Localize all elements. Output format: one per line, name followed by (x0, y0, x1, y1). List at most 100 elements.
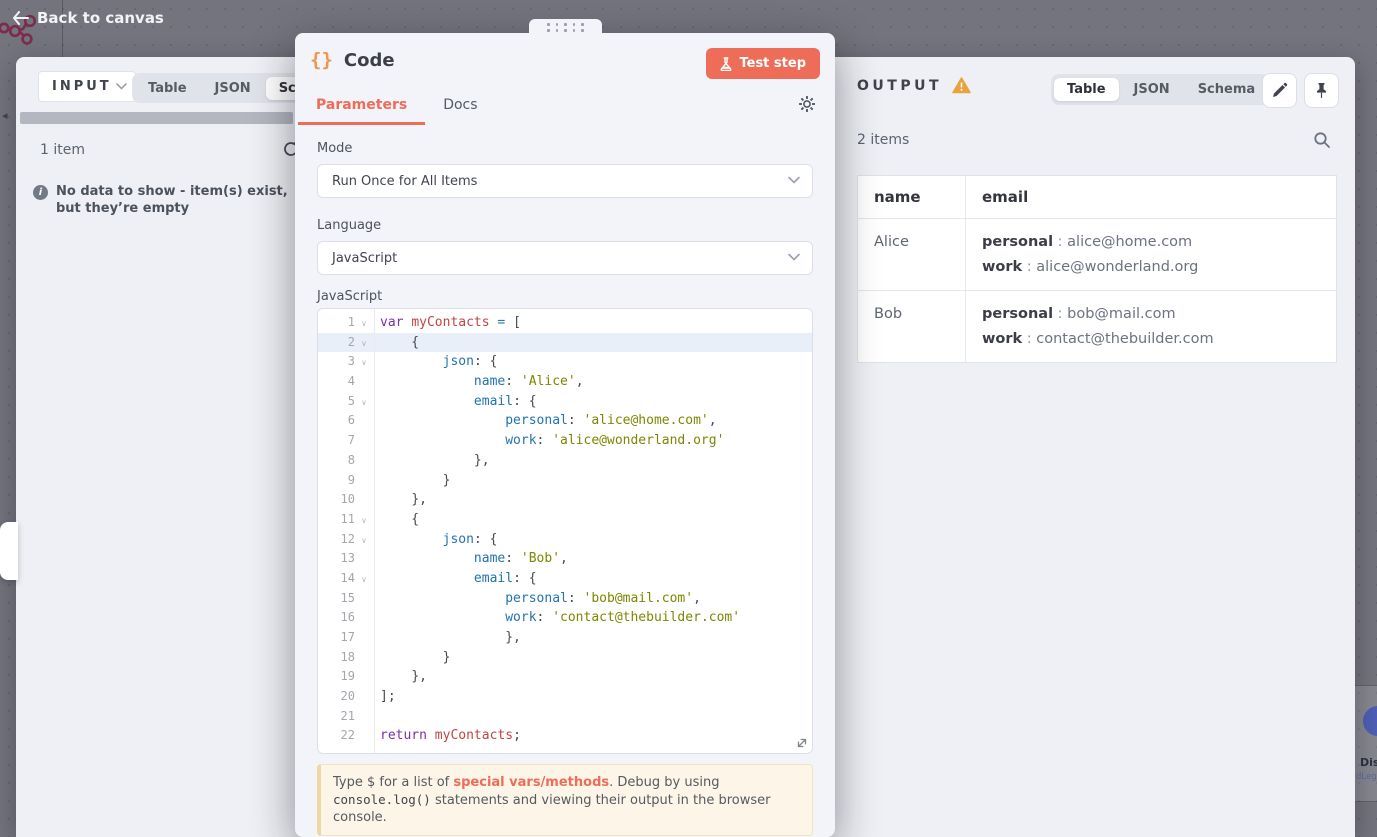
code-line[interactable]: 22 return myContacts; (318, 726, 812, 746)
node-icon-circle (1363, 706, 1377, 736)
code-text: work: 'alice@wonderland.org' (505, 433, 725, 449)
cell-email[interactable]: personal : bob@mail.com work : contact@th… (966, 291, 1337, 363)
fold-chevron-icon[interactable]: ∨ (355, 530, 373, 550)
back-to-canvas-button[interactable]: Back to canvas (12, 9, 164, 27)
fold-gutter (355, 707, 373, 727)
code-line[interactable]: 2 ∨ { (318, 332, 812, 353)
code-line[interactable]: 8 }, (318, 451, 812, 471)
line-number: 16 (340, 610, 355, 625)
code-line[interactable]: 10 }, (318, 490, 812, 510)
code-text: }, (411, 492, 427, 508)
code-line[interactable]: 18 } (318, 648, 812, 668)
code-line[interactable]: 17 }, (318, 628, 812, 648)
output-tab-json[interactable]: JSON (1121, 78, 1183, 101)
code-braces-icon: {} (310, 49, 333, 71)
code-editor[interactable]: 1 ∨ var myContacts = [2 ∨ {3 ∨ json: {4 name… (317, 308, 813, 754)
hint-text-mid: . Debug by using (609, 775, 720, 790)
hint-text-before: Type $ for a list of (333, 775, 454, 790)
code-line[interactable]: 14 ∨ email: { (318, 569, 812, 589)
line-number: 14 (340, 570, 355, 585)
output-tab-table[interactable]: Table (1054, 78, 1119, 101)
pin-icon (1317, 83, 1326, 98)
edit-output-button[interactable] (1262, 73, 1297, 108)
pin-data-button[interactable] (1304, 73, 1339, 108)
line-number: 4 (347, 374, 355, 389)
code-node-modal: {} Code Test step Parameters Docs Mode R… (295, 33, 835, 837)
gear-icon[interactable] (799, 96, 815, 112)
fold-gutter (355, 372, 373, 392)
code-line[interactable]: 16 work: 'contact@thebuilder.com' (318, 608, 812, 628)
fold-chevron-icon[interactable]: ∨ (355, 510, 373, 530)
code-line[interactable]: 13 name: 'Bob', (318, 549, 812, 569)
scroll-left-arrow-icon[interactable]: ◂ (2, 109, 8, 122)
table-row: Alice personal : alice@home.com work : ali… (857, 218, 1337, 291)
column-header-email[interactable]: email (965, 175, 1337, 219)
code-line[interactable]: 3 ∨ json: { (318, 352, 812, 372)
cell-name[interactable]: Bob (857, 290, 966, 363)
line-number: 2 (347, 334, 355, 349)
line-number: 19 (340, 669, 355, 684)
tab-parameters[interactable]: Parameters (298, 91, 426, 125)
chevron-down-icon (115, 83, 127, 90)
mode-select[interactable]: Run Once for All Items (317, 164, 813, 198)
fold-gutter (355, 451, 373, 471)
fold-gutter (355, 490, 373, 510)
fold-chevron-icon[interactable]: ∨ (355, 569, 373, 589)
fold-gutter (355, 687, 373, 707)
output-items-count: 2 items (857, 132, 910, 148)
node-peek-sublabel: dLega (1356, 772, 1377, 782)
editor-hint-callout: Type $ for a list of special vars/method… (317, 764, 813, 836)
language-select[interactable]: JavaScript (317, 241, 813, 275)
code-line[interactable]: 20]; (318, 687, 812, 707)
node-peek-label: Dis (1360, 756, 1377, 769)
line-number: 9 (347, 472, 355, 487)
code-line[interactable]: 15 personal: 'bob@mail.com', (318, 589, 812, 609)
cell-name[interactable]: Alice (857, 218, 966, 291)
code-text: }, (505, 630, 521, 645)
fold-chevron-icon[interactable]: ∨ (355, 333, 373, 353)
code-text: email: { (473, 393, 537, 409)
fold-chevron-icon[interactable]: ∨ (355, 313, 373, 333)
search-icon[interactable] (1313, 131, 1331, 149)
code-line[interactable]: 7 work: 'alice@wonderland.org' (318, 431, 812, 451)
code-line[interactable]: 12 ∨ json: { (318, 530, 812, 550)
fold-gutter (355, 411, 373, 431)
code-line[interactable]: 4 name: 'Alice', (318, 372, 812, 392)
code-line[interactable]: 11 ∨ { (318, 510, 812, 530)
special-vars-link[interactable]: special vars/methods (453, 775, 609, 790)
input-selector-dropdown[interactable]: INPUT (38, 71, 136, 102)
input-tab-table[interactable]: Table (135, 77, 200, 100)
test-step-button[interactable]: Test step (706, 48, 820, 79)
cell-email[interactable]: personal : alice@home.com work : alice@wo… (965, 218, 1337, 291)
tab-docs[interactable]: Docs (425, 91, 495, 125)
input-tab-json[interactable]: JSON (202, 77, 264, 100)
code-text: ]; (380, 689, 396, 705)
column-header-name[interactable]: name (857, 175, 966, 219)
input-horizontal-scrollbar[interactable] (20, 112, 293, 124)
modal-drag-handle[interactable] (529, 19, 602, 35)
fold-chevron-icon[interactable]: ∨ (355, 352, 373, 372)
fold-gutter (355, 431, 373, 451)
code-text: json: { (442, 531, 498, 547)
code-line[interactable]: 1 ∨ var myContacts = [ (318, 313, 812, 333)
line-number: 5 (347, 393, 355, 408)
modal-tabs: Parameters Docs (298, 91, 496, 125)
flask-icon (721, 56, 732, 71)
code-line[interactable]: 19 }, (318, 667, 812, 687)
resize-handle-icon[interactable] (795, 736, 809, 750)
code-text: { (380, 511, 420, 527)
input-panel-collapse-handle[interactable] (0, 522, 18, 580)
code-line[interactable]: 5 ∨ email: { (318, 392, 812, 412)
output-panel-title: OUTPUT (857, 77, 942, 94)
line-number: 3 (347, 354, 355, 369)
email-key-value: personal : bob@mail.com (982, 306, 1176, 322)
language-label: Language (317, 218, 382, 233)
output-tab-schema[interactable]: Schema (1185, 78, 1268, 101)
fold-chevron-icon[interactable]: ∨ (355, 392, 373, 412)
code-line[interactable]: 21 (318, 707, 812, 727)
code-line[interactable]: 6 personal: 'alice@home.com', (318, 411, 812, 431)
email-key-value: work : alice@wonderland.org (982, 259, 1199, 275)
code-line[interactable]: 9 } (318, 471, 812, 491)
email-key-value: personal : alice@home.com (982, 234, 1193, 250)
